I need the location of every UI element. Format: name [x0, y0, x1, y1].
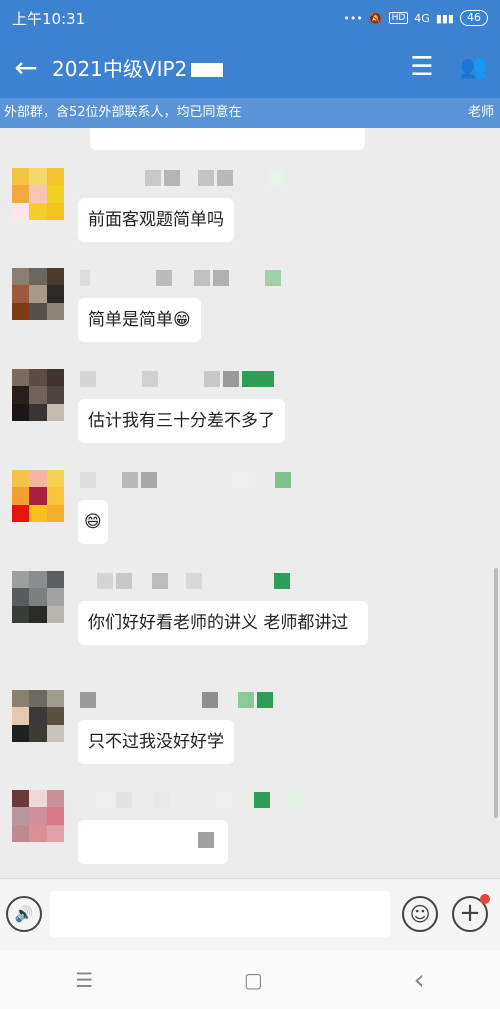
avatar[interactable]	[12, 690, 64, 742]
message-input[interactable]	[50, 891, 390, 937]
external-group-notice[interactable]: 外部群，含52位外部联系人，均已同意在 老师	[0, 98, 500, 128]
partial-message-bubble	[90, 128, 365, 150]
avatar[interactable]	[12, 369, 64, 421]
avatar[interactable]	[12, 790, 64, 842]
message-bubble[interactable]: 简单是简单😁	[78, 298, 201, 342]
menu-icon[interactable]: ☰	[396, 52, 448, 82]
hd-badge: HD	[388, 12, 409, 24]
group-members-icon[interactable]: 👥	[448, 55, 500, 80]
nickname-redacted	[80, 472, 291, 488]
network-label: 4G	[414, 11, 430, 25]
notification-dot	[480, 894, 490, 904]
avatar[interactable]	[12, 470, 64, 522]
avatar[interactable]	[12, 571, 64, 623]
nickname-redacted	[80, 573, 290, 589]
chat-scrollbar[interactable]	[494, 568, 498, 818]
chat-title: 2021中级VIP2	[52, 53, 396, 82]
more-actions-icon[interactable]: +	[452, 894, 490, 932]
battery-indicator: 46	[460, 10, 488, 26]
input-bar: 🔊 ☺ +	[0, 878, 500, 950]
redaction-block	[198, 832, 214, 848]
message-bubble[interactable]: 只不过我没好好学	[78, 720, 234, 764]
system-nav-bar: ☰ ▢ ‹	[0, 950, 500, 1009]
avatar[interactable]	[12, 268, 64, 320]
notice-text: 外部群，含52位外部联系人，均已同意在	[4, 105, 242, 120]
voice-input-icon[interactable]: 🔊	[6, 896, 42, 932]
title-bar: ← 2021中级VIP2 ☰ 👥	[0, 36, 500, 98]
status-icons: ••• 🔕 HD 4G ▮▮▮ 46	[343, 10, 488, 26]
notice-right-text: 老师	[467, 105, 494, 120]
signal-icon: ▮▮▮	[435, 11, 454, 25]
message-bubble[interactable]: 估计我有三十分差不多了	[78, 399, 285, 443]
system-back-icon[interactable]: ‹	[413, 963, 424, 996]
status-time: 上午10:31	[12, 9, 86, 28]
message-bubble-redacted[interactable]	[78, 820, 228, 864]
home-icon[interactable]: ▢	[244, 968, 263, 992]
back-arrow-icon[interactable]: ←	[0, 51, 52, 84]
emoji-icon[interactable]: ☺	[402, 896, 438, 932]
message-bubble[interactable]: 😄	[78, 500, 108, 544]
more-dots-icon: •••	[343, 11, 363, 25]
nickname-redacted	[145, 170, 285, 186]
recent-apps-icon[interactable]: ☰	[75, 968, 93, 992]
message-bubble[interactable]: 你们好好看老师的讲义 老师都讲过	[78, 601, 368, 645]
message-bubble[interactable]: 前面客观题简单吗	[78, 198, 234, 242]
nickname-redacted	[80, 270, 281, 286]
chat-title-text: 2021中级VIP2	[52, 56, 188, 81]
nickname-redacted	[80, 692, 273, 708]
avatar[interactable]	[12, 168, 64, 220]
nickname-redacted	[80, 371, 274, 387]
title-redaction	[191, 63, 224, 77]
nickname-redacted	[80, 792, 304, 808]
plus-glyph: +	[459, 898, 481, 928]
status-bar: 上午10:31 ••• 🔕 HD 4G ▮▮▮ 46	[0, 0, 500, 36]
chat-area[interactable]: 前面客观题简单吗 简单是简单😁 估计我有三十分差不多了 😄 你们好好看老师的讲义…	[0, 128, 500, 878]
mute-bell-icon: 🔕	[368, 11, 383, 25]
